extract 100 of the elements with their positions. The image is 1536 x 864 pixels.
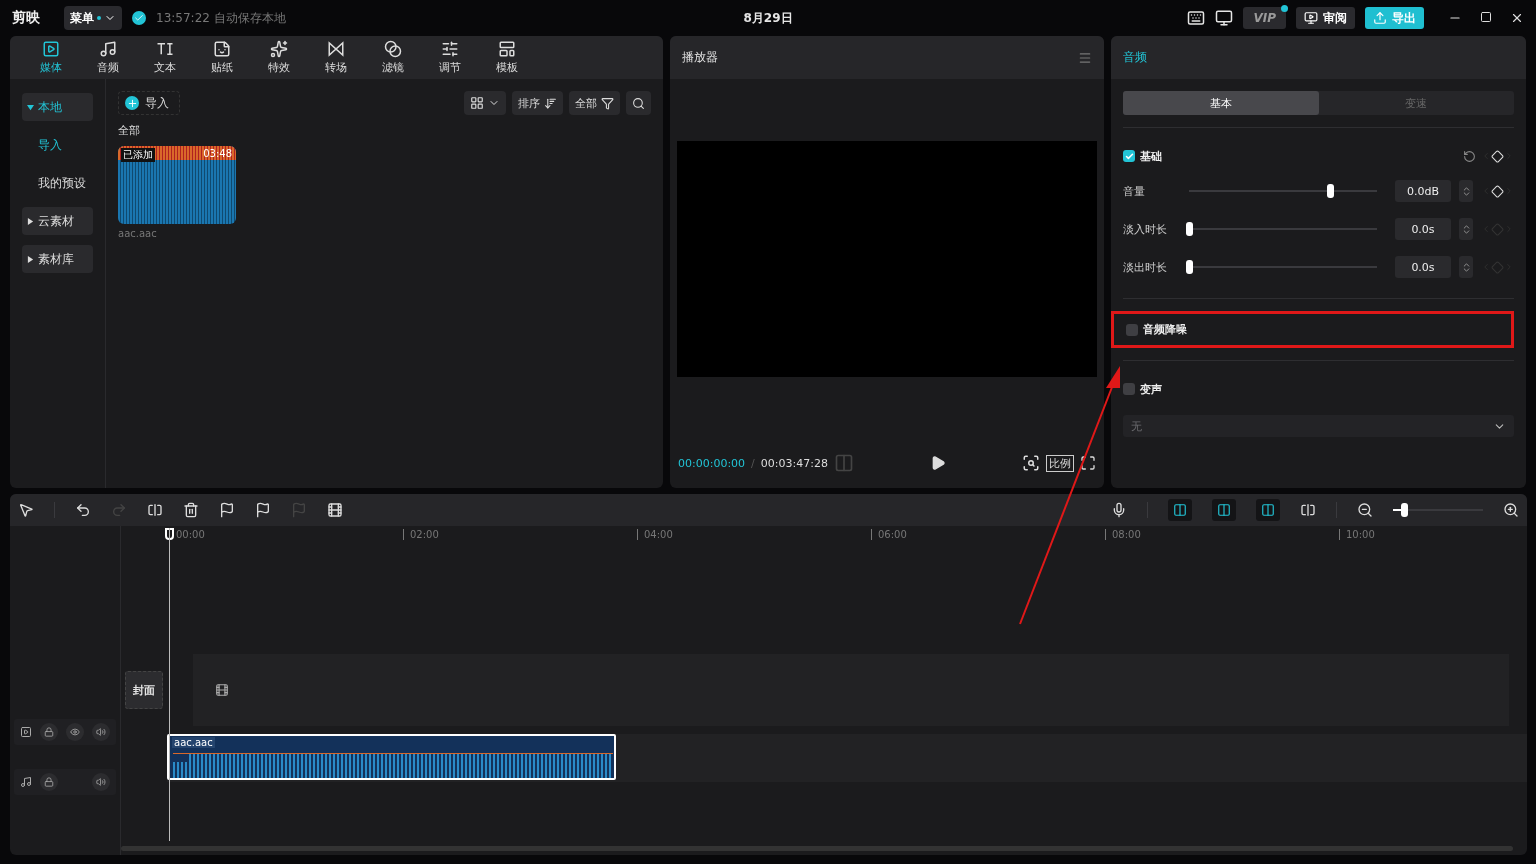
slider-thumb[interactable]	[1327, 184, 1334, 198]
eye-icon	[70, 727, 80, 737]
value-field[interactable]: 0.0s	[1395, 218, 1451, 240]
volume-button[interactable]	[92, 773, 110, 791]
eye-button[interactable]	[66, 723, 84, 741]
sidebar-item[interactable]: 导入	[22, 131, 93, 159]
current-time: 00:00:00:00	[678, 456, 746, 470]
plus-icon	[125, 96, 139, 110]
stepper-button[interactable]	[1459, 180, 1473, 202]
split-icon[interactable]	[1300, 502, 1316, 518]
reset-icon[interactable]	[1463, 149, 1476, 163]
media-tab[interactable]: 特效	[250, 36, 307, 79]
menu-button[interactable]: 菜单	[64, 6, 122, 30]
close-icon[interactable]	[1510, 11, 1524, 25]
param-label: 音量	[1123, 183, 1146, 199]
maximize-icon[interactable]	[1480, 11, 1492, 23]
vip-button[interactable]: VIP	[1243, 7, 1286, 29]
stepper-button[interactable]	[1459, 256, 1473, 278]
lock-icon	[44, 727, 54, 737]
status-dot	[97, 16, 101, 20]
filter-icon	[601, 96, 614, 110]
sidebar-item[interactable]: 我的预设	[22, 169, 93, 197]
zoom-thumb[interactable]	[1400, 503, 1408, 517]
time-tick: 10:00	[1339, 529, 1375, 540]
audio-thumbnail[interactable]: 已添加 03:48	[118, 146, 236, 224]
columns-icon	[1217, 503, 1231, 517]
columns-icon	[1261, 503, 1275, 517]
mic-icon[interactable]	[1111, 502, 1127, 518]
split-icon[interactable]	[147, 502, 163, 518]
media-tab[interactable]: 贴纸	[193, 36, 250, 79]
volume-button[interactable]	[92, 723, 110, 741]
delete-icon[interactable]	[183, 502, 199, 518]
audio-track-icon	[20, 776, 32, 788]
link-toggle[interactable]	[1256, 499, 1280, 521]
checkbox[interactable]	[1123, 383, 1135, 395]
zoom-icon[interactable]	[1022, 454, 1040, 472]
caret-icon	[27, 103, 34, 111]
pointer-icon[interactable]	[18, 502, 34, 518]
media-tab[interactable]: 滤镜	[364, 36, 421, 79]
flag-icon[interactable]	[219, 502, 235, 518]
sort-button[interactable]: 排序	[512, 91, 563, 115]
cover-button[interactable]: 封面	[125, 671, 163, 709]
scrollbar[interactable]	[121, 846, 1513, 851]
monitor-play-icon	[1304, 11, 1318, 25]
section-label: 基础	[1140, 148, 1162, 164]
view-button[interactable]	[464, 91, 506, 115]
slider-thumb[interactable]	[1186, 222, 1193, 236]
zoom-out-icon[interactable]	[1357, 502, 1373, 518]
slider-thumb[interactable]	[1186, 260, 1193, 274]
checkbox[interactable]	[1123, 150, 1135, 162]
zoom-in-icon[interactable]	[1503, 502, 1519, 518]
fullscreen-icon[interactable]	[1080, 455, 1096, 471]
sidebar-item[interactable]: 本地	[22, 93, 93, 121]
review-button[interactable]: 审阅	[1296, 7, 1355, 29]
import-button[interactable]: 导入	[118, 91, 180, 115]
media-tab[interactable]: 调节	[421, 36, 478, 79]
film-icon	[215, 683, 229, 697]
checkbox[interactable]	[1126, 323, 1138, 336]
undo-icon[interactable]	[75, 502, 91, 518]
total-time: 00:03:47:28	[760, 456, 828, 470]
value-field[interactable]: 0.0dB	[1395, 180, 1451, 202]
search-button[interactable]	[626, 91, 651, 115]
media-tab[interactable]: 模板	[478, 36, 535, 79]
section-label: 全部	[118, 123, 141, 138]
sidebar-item[interactable]: 素材库	[22, 245, 93, 273]
snap-toggle[interactable]	[1212, 499, 1236, 521]
link-toggle[interactable]	[1168, 499, 1192, 521]
save-status: 13:57:22 自动保存本地	[156, 9, 286, 27]
sidebar-item[interactable]: 云素材	[22, 207, 93, 235]
sliders-icon	[440, 40, 459, 58]
layout-icon[interactable]	[1215, 9, 1234, 27]
ratio-button[interactable]: 比例	[1046, 454, 1074, 472]
lock-icon	[44, 777, 54, 787]
volume-icon	[96, 777, 106, 787]
lock-button[interactable]	[40, 773, 58, 791]
stepper-button[interactable]	[1459, 218, 1473, 240]
video-track-icon	[20, 726, 32, 738]
text-icon	[155, 40, 174, 58]
grid-icon	[470, 96, 484, 110]
media-tab[interactable]: 媒体	[22, 36, 79, 79]
value-field[interactable]: 0.0s	[1395, 256, 1451, 278]
media-tab[interactable]: 音频	[79, 36, 136, 79]
time-tick: 04:00	[637, 529, 673, 540]
keyboard-icon[interactable]	[1187, 9, 1206, 27]
time-tick: 06:00	[871, 529, 907, 540]
param-label: 淡出时长	[1123, 259, 1168, 275]
film-icon[interactable]	[327, 502, 343, 518]
media-tab[interactable]: 转场	[307, 36, 364, 79]
inspector-tab[interactable]: 基本	[1123, 91, 1319, 115]
media-tab[interactable]: 文本	[136, 36, 193, 79]
time-separator: /	[751, 456, 755, 470]
sticker-icon	[212, 40, 231, 58]
menu-icon[interactable]	[1078, 50, 1092, 65]
flag-icon[interactable]	[255, 502, 271, 518]
filter-button[interactable]: 全部	[569, 91, 620, 115]
lock-button[interactable]	[40, 723, 58, 741]
audio-clip[interactable]: aac.aac	[167, 734, 616, 780]
blend-icon	[383, 40, 402, 58]
sort-icon	[544, 96, 557, 110]
check-icon	[132, 11, 146, 25]
